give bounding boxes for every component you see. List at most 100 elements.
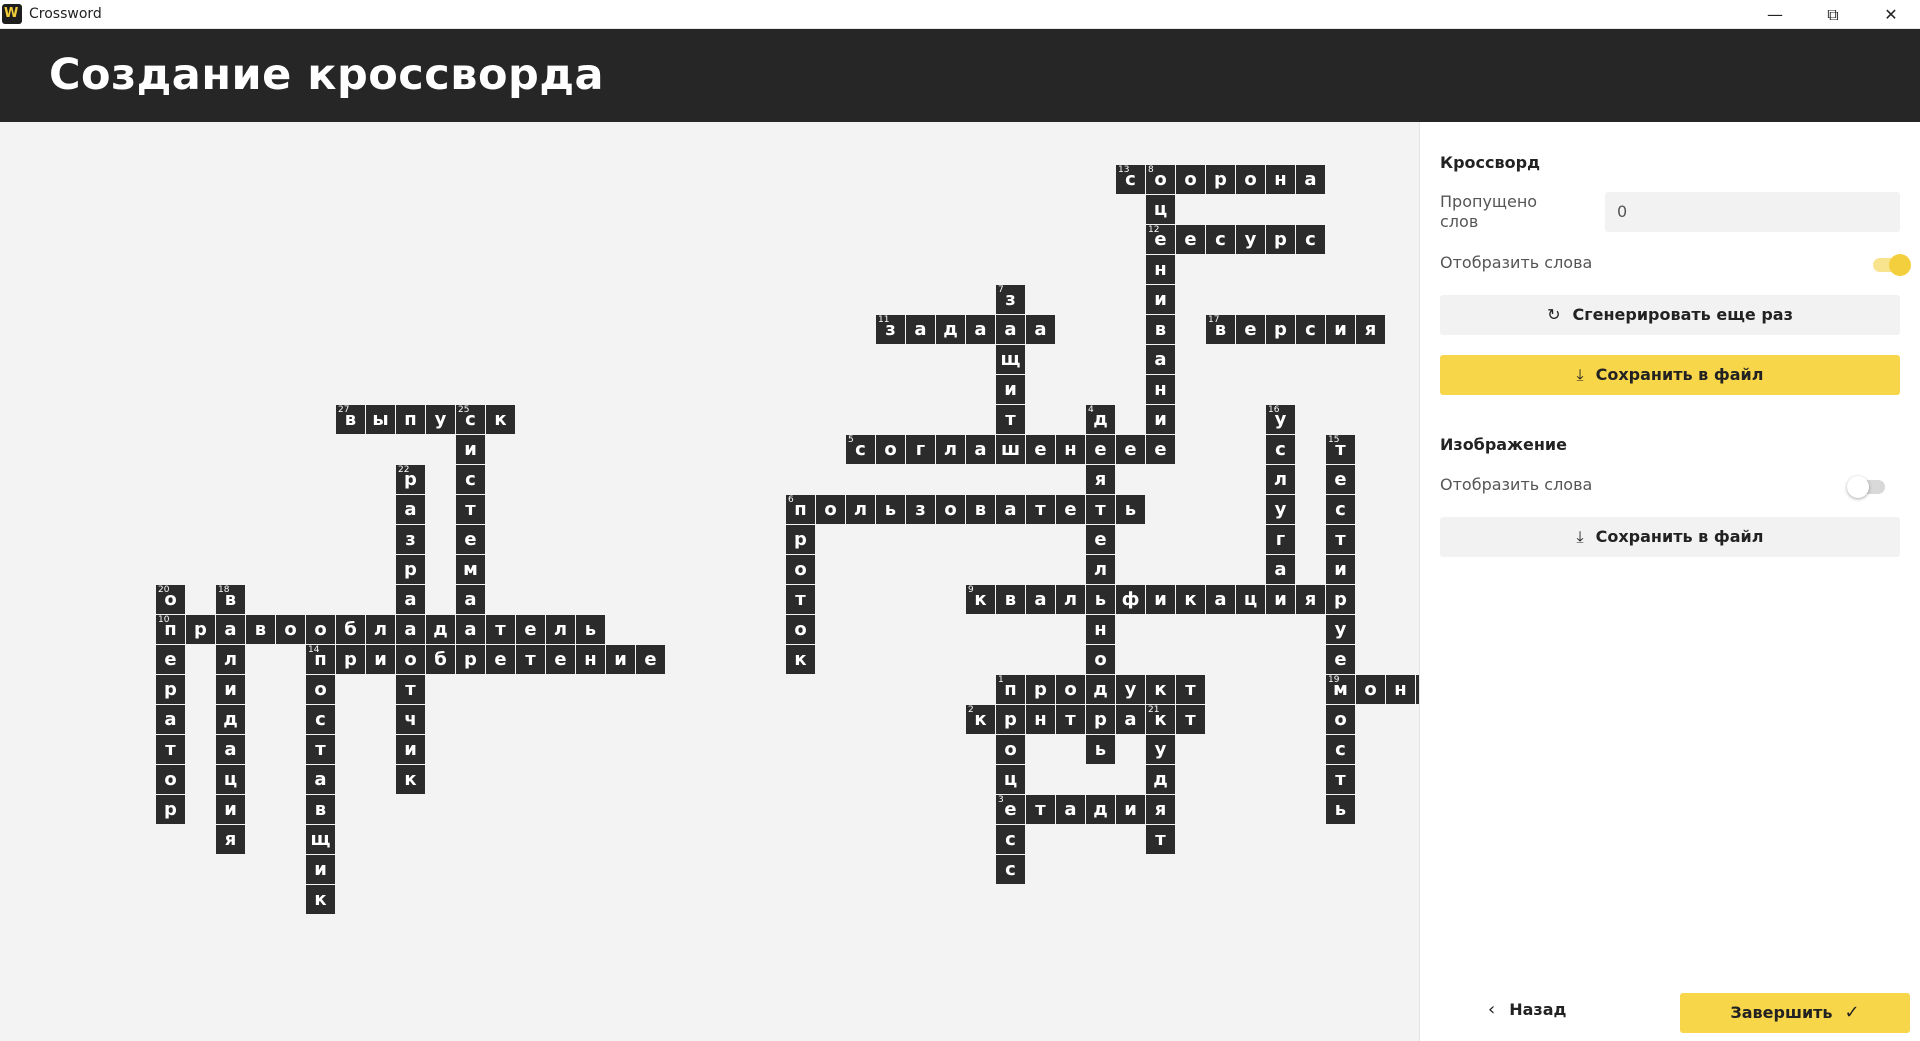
cell-letter: и xyxy=(1154,409,1167,430)
crossword-cell: у xyxy=(1266,495,1295,524)
cell-letter: е xyxy=(1004,799,1017,820)
crossword-cell: а xyxy=(216,735,245,764)
save-crossword-button[interactable]: ⤓ Сохранить в файл xyxy=(1440,355,1900,395)
crossword-cell: и xyxy=(606,645,635,674)
crossword-cell: р xyxy=(1086,705,1115,734)
crossword-cell: и xyxy=(1146,285,1175,314)
crossword-cell: у xyxy=(1326,615,1355,644)
cell-letter: о xyxy=(284,619,297,640)
cell-letter: т xyxy=(1035,499,1046,520)
chevron-left-icon: ‹ xyxy=(1488,999,1496,1020)
page-header: Создание кроссворда xyxy=(0,29,1920,122)
cell-letter: ь xyxy=(1334,799,1347,820)
cell-letter: а xyxy=(464,619,477,640)
cell-letter: е xyxy=(164,649,177,670)
cell-number: 12 xyxy=(1148,225,1160,235)
crossword-cell: е xyxy=(456,525,485,554)
crossword-cell: 25 с xyxy=(456,405,485,434)
crossword-cell: о xyxy=(1176,165,1205,194)
crossword-cell: щ xyxy=(996,345,1025,374)
crossword-cell: р xyxy=(996,705,1025,734)
cell-letter: т xyxy=(1335,529,1346,550)
minimize-icon[interactable]: — xyxy=(1746,0,1804,29)
regenerate-button[interactable]: ↻ Сгенерировать еще раз xyxy=(1440,295,1900,335)
cell-letter: е xyxy=(1064,499,1077,520)
cell-letter: в xyxy=(254,619,267,640)
cell-letter: у xyxy=(434,409,447,430)
crossword-cell: с xyxy=(1326,735,1355,764)
crossword-cell: в xyxy=(996,585,1025,614)
crossword-cell: к xyxy=(1146,675,1175,704)
restore-icon[interactable]: ⧉ xyxy=(1804,0,1862,29)
image-show-words-toggle[interactable] xyxy=(1847,476,1885,498)
crossword-cell: 3е xyxy=(996,795,1025,824)
cell-number: 8 xyxy=(1148,165,1154,175)
cell-letter: п xyxy=(404,409,417,430)
cell-letter: р xyxy=(1274,229,1287,250)
crossword-cell: т xyxy=(1146,825,1175,854)
crossword-cell: в xyxy=(966,495,995,524)
back-button[interactable]: ‹ Назад xyxy=(1488,990,1566,1030)
cell-letter: р xyxy=(1034,679,1047,700)
crossword-cell: с xyxy=(1206,225,1235,254)
cell-letter: р xyxy=(464,649,477,670)
crossword-cell: а xyxy=(1146,345,1175,374)
crossword-cell: и xyxy=(216,795,245,824)
cell-number: 5 xyxy=(848,435,854,445)
crossword-cell: и xyxy=(1326,555,1355,584)
skipped-words-field[interactable] xyxy=(1605,192,1900,232)
crossword-cell: ь xyxy=(1086,585,1115,614)
crossword-cell: е xyxy=(1176,225,1205,254)
cell-number: 20 xyxy=(158,585,170,595)
cell-letter: м xyxy=(463,559,478,580)
crossword-cell: п xyxy=(396,405,425,434)
crossword-cell: н xyxy=(1266,165,1295,194)
crossword-cell: у xyxy=(1116,675,1145,704)
close-icon[interactable]: ✕ xyxy=(1862,0,1920,29)
cell-letter: т xyxy=(315,739,326,760)
toggle-knob xyxy=(1847,476,1869,498)
cell-letter: к xyxy=(494,409,507,430)
cell-letter: д xyxy=(1153,769,1168,790)
cell-letter: е xyxy=(1334,649,1347,670)
cell-letter: л xyxy=(943,439,958,460)
crossword-cell: е xyxy=(546,645,575,674)
cell-number: 25 xyxy=(458,405,470,415)
cell-letter: ц xyxy=(1243,589,1258,610)
crossword-cell: е xyxy=(486,645,515,674)
finish-button[interactable]: Завершить ✓ xyxy=(1680,993,1910,1033)
cell-letter: р xyxy=(194,619,207,640)
cell-number: 18 xyxy=(218,585,230,595)
crossword-cell: о xyxy=(1086,645,1115,674)
cell-letter: ы xyxy=(372,409,389,430)
cell-letter: и xyxy=(1004,379,1017,400)
cell-letter: р xyxy=(1094,709,1107,730)
cell-letter: с xyxy=(1005,859,1016,880)
crossword-show-words-toggle[interactable] xyxy=(1873,254,1911,276)
crossword-section-title: Кроссворд xyxy=(1440,153,1540,172)
crossword-cell: а xyxy=(216,615,245,644)
cell-letter: о xyxy=(794,559,807,580)
cell-letter: о xyxy=(314,619,327,640)
crossword-cell: д xyxy=(936,315,965,344)
cell-letter: т xyxy=(1095,499,1106,520)
cell-number: 14 xyxy=(308,645,320,655)
crossword-cell: ь xyxy=(576,615,605,644)
cell-letter: к xyxy=(794,649,807,670)
crossword-cell: е xyxy=(516,615,545,644)
toggle-knob xyxy=(1889,254,1911,276)
cell-letter: п xyxy=(794,499,807,520)
cell-letter: л xyxy=(1273,469,1288,490)
cell-letter: о xyxy=(1364,679,1377,700)
crossword-cell: с xyxy=(996,825,1025,854)
crossword-cell: т xyxy=(786,585,815,614)
cell-letter: т xyxy=(465,499,476,520)
save-image-button[interactable]: ⤓ Сохранить в файл xyxy=(1440,517,1900,557)
crossword-cell: и xyxy=(1146,585,1175,614)
crossword-cell: 1п xyxy=(996,675,1025,704)
cell-letter: е xyxy=(554,649,567,670)
crossword-cell: 11 з xyxy=(876,315,905,344)
cell-letter: и xyxy=(464,439,477,460)
image-show-words-label: Отобразить слова xyxy=(1440,475,1593,494)
crossword-cell: о xyxy=(1356,675,1385,704)
